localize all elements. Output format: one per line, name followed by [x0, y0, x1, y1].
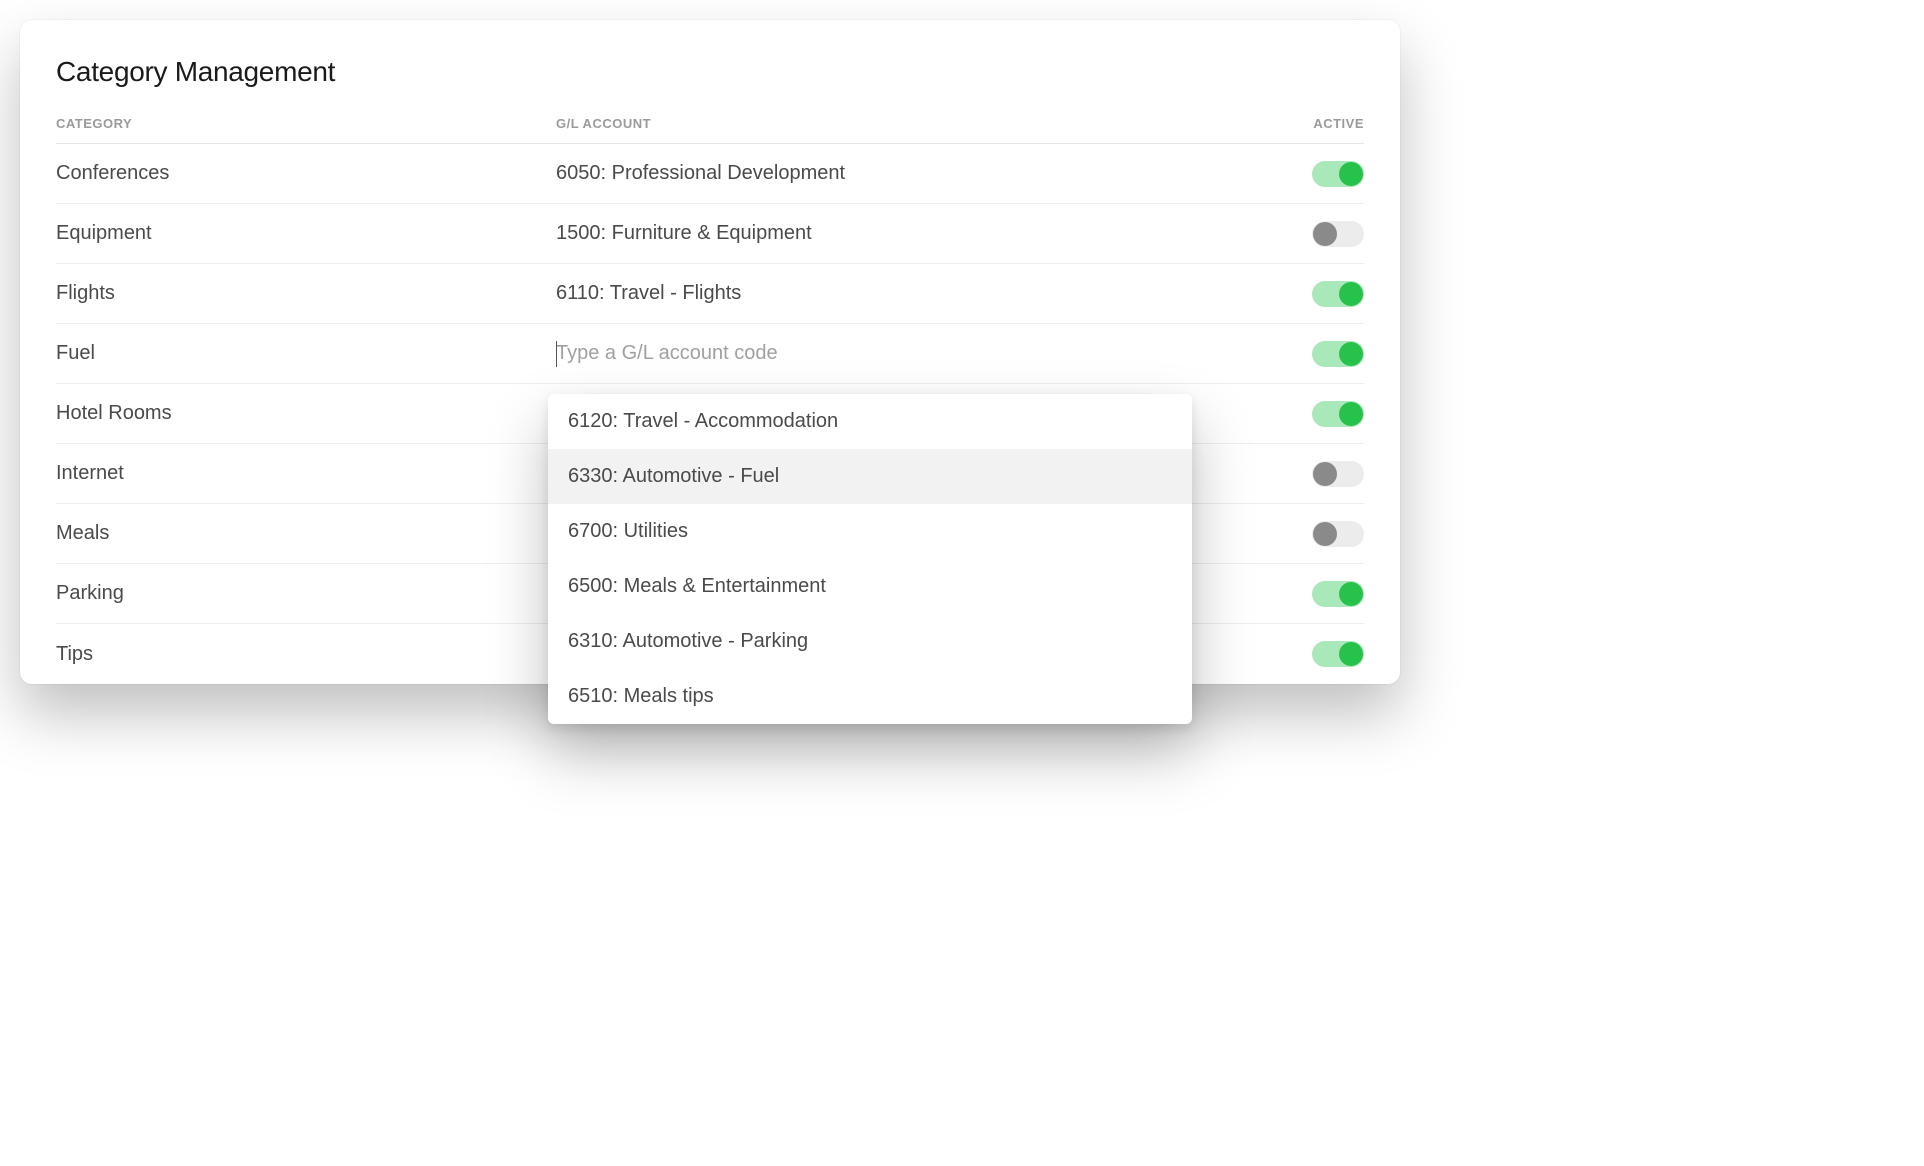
gl-account-input[interactable] [556, 340, 1284, 367]
active-cell [1284, 281, 1364, 307]
active-cell [1284, 521, 1364, 547]
column-header-category: CATEGORY [56, 116, 556, 131]
toggle-knob [1339, 282, 1363, 306]
active-cell [1284, 161, 1364, 187]
category-cell: Equipment [56, 222, 556, 245]
active-cell [1284, 461, 1364, 487]
table-row: Conferences6050: Professional Developmen… [56, 144, 1364, 204]
active-cell [1284, 401, 1364, 427]
active-toggle[interactable] [1312, 401, 1364, 427]
category-cell: Hotel Rooms [56, 402, 556, 425]
dropdown-option[interactable]: 6120: Travel - Accommodation [548, 394, 1192, 449]
gl-account-dropdown: 6120: Travel - Accommodation6330: Automo… [548, 394, 1192, 724]
active-toggle[interactable] [1312, 581, 1364, 607]
table-row: Fuel [56, 324, 1364, 384]
category-cell: Conferences [56, 162, 556, 185]
category-cell: Flights [56, 282, 556, 305]
toggle-knob [1313, 522, 1337, 546]
active-toggle[interactable] [1312, 341, 1364, 367]
column-header-active: ACTIVE [1284, 116, 1364, 131]
category-cell: Internet [56, 462, 556, 485]
active-toggle[interactable] [1312, 281, 1364, 307]
dropdown-option[interactable]: 6330: Automotive - Fuel [548, 449, 1192, 504]
active-toggle[interactable] [1312, 641, 1364, 667]
toggle-knob [1339, 642, 1363, 666]
gl-account-cell[interactable]: 1500: Furniture & Equipment [556, 222, 1284, 245]
active-cell [1284, 341, 1364, 367]
active-toggle[interactable] [1312, 161, 1364, 187]
dropdown-option[interactable]: 6510: Meals tips [548, 669, 1192, 724]
active-toggle[interactable] [1312, 461, 1364, 487]
toggle-knob [1339, 402, 1363, 426]
gl-account-input-wrapper [556, 340, 1284, 367]
category-cell: Fuel [56, 342, 556, 365]
dropdown-option[interactable]: 6310: Automotive - Parking [548, 614, 1192, 669]
category-management-card: Category Management CATEGORY G/L ACCOUNT… [20, 20, 1400, 684]
page-title: Category Management [56, 56, 1364, 88]
active-toggle[interactable] [1312, 521, 1364, 547]
active-cell [1284, 221, 1364, 247]
category-cell: Meals [56, 522, 556, 545]
table-row: Flights6110: Travel - Flights [56, 264, 1364, 324]
toggle-knob [1339, 162, 1363, 186]
toggle-knob [1339, 342, 1363, 366]
column-header-gl-account: G/L ACCOUNT [556, 116, 1284, 131]
gl-account-cell[interactable]: 6110: Travel - Flights [556, 282, 1284, 305]
text-caret [556, 341, 557, 367]
toggle-knob [1339, 582, 1363, 606]
gl-account-cell[interactable]: 6050: Professional Development [556, 162, 1284, 185]
toggle-knob [1313, 222, 1337, 246]
toggle-knob [1313, 462, 1337, 486]
table-header: CATEGORY G/L ACCOUNT ACTIVE [56, 116, 1364, 144]
active-cell [1284, 581, 1364, 607]
table-row: Equipment1500: Furniture & Equipment [56, 204, 1364, 264]
category-cell: Tips [56, 643, 556, 666]
dropdown-option[interactable]: 6500: Meals & Entertainment [548, 559, 1192, 614]
active-cell [1284, 641, 1364, 667]
category-cell: Parking [56, 582, 556, 605]
dropdown-option[interactable]: 6700: Utilities [548, 504, 1192, 559]
active-toggle[interactable] [1312, 221, 1364, 247]
